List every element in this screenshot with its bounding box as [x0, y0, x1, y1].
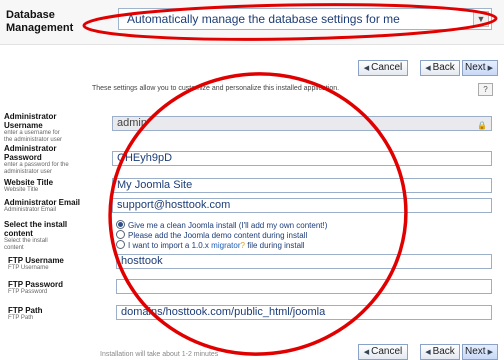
- back-button-bottom[interactable]: ◀ Back: [420, 344, 460, 360]
- ftp-username-label: FTP Username: [8, 256, 64, 265]
- database-management-select[interactable]: Automatically manage the database settin…: [118, 8, 492, 30]
- admin-password-desc: enter a password for the: [4, 162, 69, 168]
- lock-icon: 🔒: [477, 121, 487, 130]
- radio-unchecked[interactable]: [116, 240, 125, 249]
- cancel-button-bottom[interactable]: ◀ Cancel: [358, 344, 408, 360]
- ftp-path-label: FTP Path: [8, 306, 43, 315]
- migrator-link[interactable]: migrator: [211, 241, 240, 250]
- admin-password-label: Administrator: [4, 144, 57, 153]
- next-arrow-icon: ▶: [487, 349, 493, 356]
- help-icon[interactable]: ?: [241, 241, 245, 250]
- chevron-down-icon[interactable]: ▼: [473, 11, 489, 27]
- next-button-top[interactable]: Next ▶: [462, 60, 498, 76]
- ftp-path-desc: FTP Path: [8, 315, 34, 321]
- ftp-password-desc: FTP Password: [8, 289, 48, 295]
- database-label-line2: Management: [6, 22, 74, 34]
- cancel-icon: ◀: [363, 349, 370, 356]
- admin-username-label-group: Administrator Username enter a username …: [4, 112, 110, 144]
- admin-email-label: Administrator Email: [4, 198, 81, 207]
- database-label-line1: Database: [6, 9, 55, 21]
- help-button[interactable]: ?: [478, 83, 493, 96]
- back-button-top[interactable]: ◀ Back: [420, 60, 460, 76]
- ftp-password-label-group: FTP Password FTP Password: [8, 280, 108, 296]
- website-title-label: Website Title: [4, 178, 54, 187]
- admin-email-desc: Administrator Email: [4, 207, 57, 213]
- admin-username-label: Administrator: [4, 112, 57, 121]
- ftp-path-label-group: FTP Path FTP Path: [8, 306, 108, 322]
- footer-note: Installation will take about 1-2 minutes: [100, 351, 219, 358]
- admin-email-label-group: Administrator Email Administrator Email: [4, 198, 110, 214]
- ftp-path-input[interactable]: domains/hosttook.com/public_html/joomla: [116, 305, 492, 320]
- admin-password-label-group: Administrator Password enter a password …: [4, 144, 110, 176]
- radio-unchecked[interactable]: [116, 230, 125, 239]
- cancel-button-top[interactable]: ◀ Cancel: [358, 60, 408, 76]
- admin-password-input[interactable]: CHEyh9pD: [112, 151, 492, 166]
- admin-username-input[interactable]: admin 🔒: [112, 116, 492, 131]
- admin-username-desc: enter a username for: [4, 130, 60, 136]
- database-select-value: Automatically manage the database settin…: [127, 12, 400, 26]
- website-title-label-group: Website Title Website Title: [4, 178, 110, 194]
- next-button-bottom[interactable]: Next ▶: [462, 344, 498, 360]
- admin-email-input[interactable]: support@hosttook.com: [112, 198, 492, 213]
- ftp-password-label: FTP Password: [8, 280, 63, 289]
- cancel-icon: ◀: [363, 65, 370, 72]
- radio-option-import-migrator[interactable]: I want to import a 1.0.x migrator? file …: [116, 240, 305, 251]
- intro-text: These settings allow you to customize an…: [92, 85, 340, 92]
- install-content-label-group: Select the install content Select the in…: [4, 220, 110, 252]
- next-arrow-icon: ▶: [487, 65, 493, 72]
- database-management-label: Database Management: [6, 9, 73, 35]
- back-arrow-icon: ◀: [425, 349, 431, 356]
- ftp-username-input[interactable]: hosttook: [116, 254, 492, 269]
- website-title-input[interactable]: My Joomla Site: [112, 178, 492, 193]
- install-content-label: Select the install: [4, 220, 68, 229]
- ftp-username-desc: FTP Username: [8, 265, 49, 271]
- ftp-username-label-group: FTP Username FTP Username: [8, 256, 108, 272]
- back-arrow-icon: ◀: [425, 65, 431, 72]
- radio-checked[interactable]: [116, 220, 125, 229]
- ftp-password-input[interactable]: [116, 279, 492, 294]
- website-title-desc: Website Title: [4, 187, 39, 193]
- install-content-desc: Select the install: [4, 238, 48, 244]
